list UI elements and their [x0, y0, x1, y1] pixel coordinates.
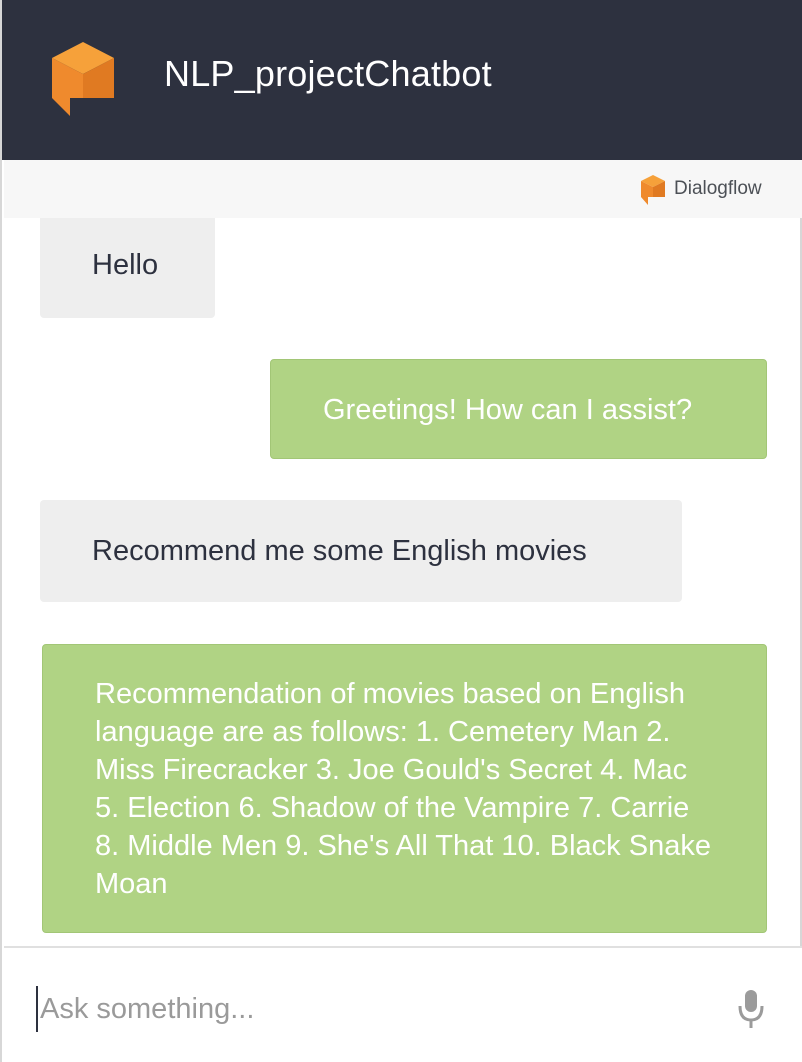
- bot-title: NLP_projectChatbot: [164, 53, 492, 94]
- user-message: Recommend me some English movies: [40, 500, 682, 602]
- chat-window: NLP_projectChatbot Dialogflow Hello Gree…: [0, 0, 802, 1062]
- bot-message: Greetings! How can I assist?: [270, 359, 767, 459]
- chat-header: NLP_projectChatbot: [2, 0, 802, 160]
- message-list[interactable]: Hello Greetings! How can I assist? Recom…: [4, 218, 802, 946]
- dialogflow-logo-icon: [52, 42, 114, 116]
- powered-by-label: Dialogflow: [674, 178, 762, 199]
- bot-message: Recommendation of movies based on Englis…: [42, 644, 767, 933]
- message-input[interactable]: [36, 986, 702, 1032]
- message-composer: [4, 946, 802, 1062]
- user-message: Hello: [40, 218, 215, 318]
- microphone-icon[interactable]: [736, 988, 766, 1030]
- dialogflow-small-logo-icon: [641, 175, 665, 205]
